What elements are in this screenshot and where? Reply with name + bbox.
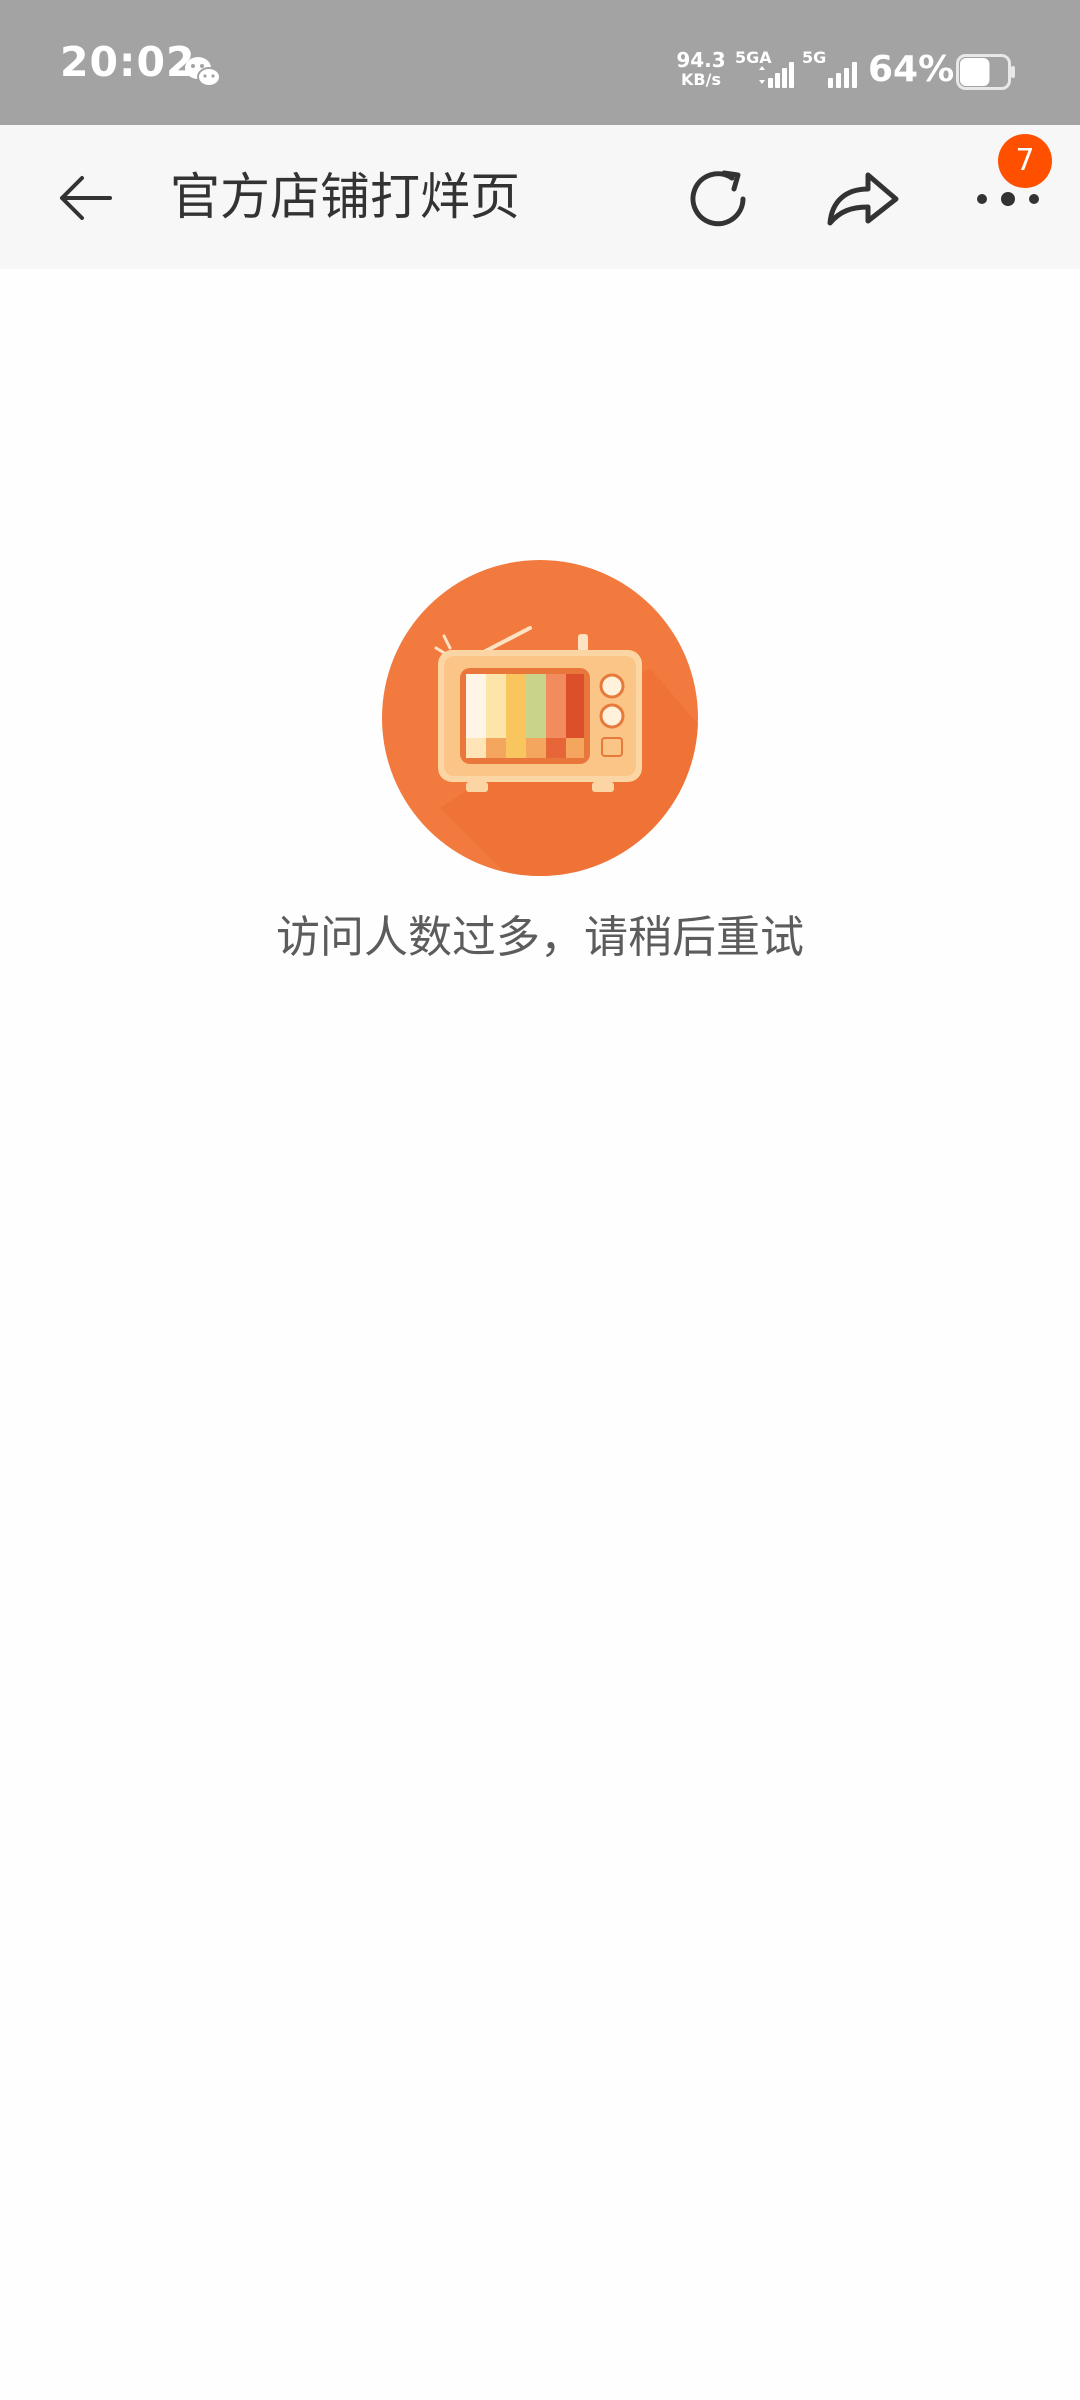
network-speed-unit: KB/s — [681, 70, 721, 89]
sim1-signal: 5GA — [735, 50, 795, 90]
page-title: 官方店铺打烊页 — [170, 168, 520, 226]
wechat-icon — [185, 57, 221, 87]
status-time: 20:02 — [60, 38, 196, 86]
signal-bars-icon — [759, 62, 794, 88]
notification-badge: 7 — [998, 134, 1052, 188]
sim2-signal: 5G — [802, 50, 862, 90]
battery-icon — [956, 54, 1015, 90]
refresh-button[interactable] — [680, 161, 756, 237]
battery-percent: 64% — [868, 49, 955, 90]
more-dots-icon — [977, 192, 1039, 206]
signal-bars-icon — [828, 62, 857, 88]
retro-tv-icon — [382, 560, 698, 876]
navigation-bar: 官方店铺打烊页 — [0, 125, 1080, 269]
arrow-left-icon — [60, 176, 112, 220]
share-icon — [827, 172, 899, 226]
refresh-icon — [690, 170, 746, 227]
sim2-network-label: 5G — [802, 48, 827, 67]
share-button[interactable] — [822, 161, 904, 237]
network-speed: 94.3 KB/s — [673, 50, 729, 88]
status-bar: 20:02 94.3 KB/s 5GA 5G 64% — [0, 0, 1080, 125]
network-speed-value: 94.3 — [676, 48, 726, 72]
back-button[interactable] — [50, 163, 120, 233]
error-message: 访问人数过多，请稍后重试 — [276, 912, 804, 963]
